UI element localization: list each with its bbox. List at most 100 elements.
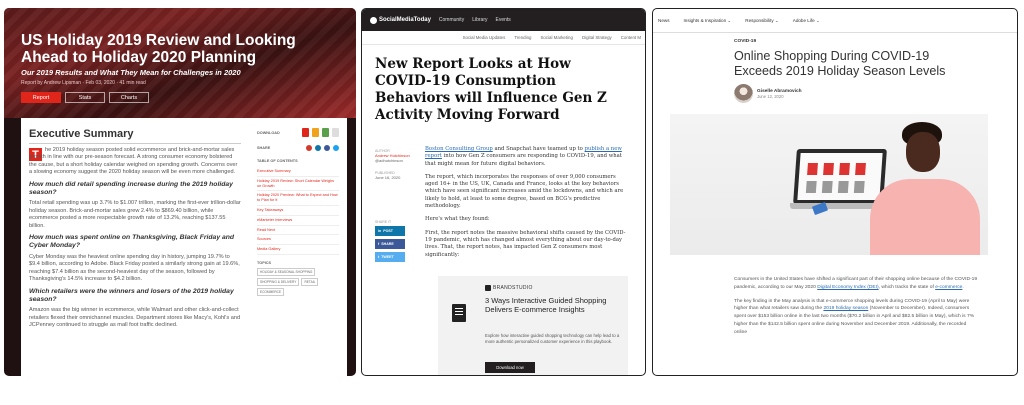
article-body: Boston Consulting Group and Snapchat hav… <box>425 146 630 265</box>
toc-item[interactable]: Holiday 2019 Review: Short Calendar Weig… <box>257 177 339 192</box>
toc-item[interactable]: Sources <box>257 235 339 246</box>
toc-item[interactable]: Media Gallery <box>257 245 339 255</box>
nav-adobe-life[interactable]: Adobe Life ⌄ <box>793 18 820 24</box>
toc-item[interactable]: Key Takeaways <box>257 206 339 216</box>
product-tile <box>837 181 849 193</box>
email-share-icon[interactable] <box>306 145 312 151</box>
text-span: into how Gen Z consumers are responding … <box>425 153 622 167</box>
linkedin-share-icon[interactable] <box>315 145 321 151</box>
intro-paragraph: he 2019 holiday season posted solid ecom… <box>29 147 238 176</box>
summary-text: he 2019 holiday season posted solid ecom… <box>29 147 241 334</box>
topic-link[interactable]: Social Media Updates <box>463 35 506 40</box>
nav-responsibility[interactable]: Responsibility ⌄ <box>745 18 778 24</box>
linkedin-post-button[interactable]: in POST <box>375 226 405 236</box>
byline: Giselle Abramovich June 12, 2020 <box>734 84 802 103</box>
answer-paragraph: Total retail spending was up 3.7% to $1.… <box>29 200 241 229</box>
person-head <box>906 132 940 172</box>
topic-link[interactable]: Content M <box>621 35 641 40</box>
toc-item[interactable]: Read Next <box>257 226 339 236</box>
topic-tag[interactable]: HOLIDAY & SEASONAL SHOPPING <box>257 267 316 276</box>
answer-paragraph: Cyber Monday was the heaviest online spe… <box>29 253 240 283</box>
product-tile <box>855 163 866 175</box>
twitter-share-icon[interactable] <box>333 145 339 151</box>
product-tile <box>821 181 833 193</box>
nav-events[interactable]: Events <box>496 17 511 23</box>
linkedin-icon: in <box>378 229 382 233</box>
topic-link[interactable]: Digital Strategy <box>582 35 612 40</box>
article-paragraph: Here's what they found: <box>425 216 490 223</box>
download-label: DOWNLOAD <box>257 130 280 135</box>
topic-link[interactable]: Social Marketing <box>540 35 572 40</box>
brandstudio-icon <box>485 285 491 291</box>
file-icon[interactable] <box>332 128 339 137</box>
article-paragraph: The report, which incorporates the respo… <box>425 173 624 210</box>
report-title: US Holiday 2019 Review and Looking Ahead… <box>21 32 296 66</box>
text-span: and Snapchat have teamed up to <box>492 146 585 152</box>
toc-item[interactable]: Holiday 2020 Preview: What to Expect and… <box>257 191 339 206</box>
answer-paragraph: Amazon was the big winner in ecommerce, … <box>29 307 241 329</box>
promo-description: Explore how interactive guided shopping … <box>485 333 620 344</box>
blog-panel: News Insights & Inspiration ⌄ Responsibi… <box>652 8 1018 376</box>
download-button[interactable]: Download now <box>485 362 535 373</box>
product-tile <box>853 181 865 193</box>
tweet-label: TWEET <box>381 255 394 259</box>
blog-title: Online Shopping During COVID-19 Exceeds … <box>734 49 946 78</box>
ppt-icon[interactable] <box>312 128 319 137</box>
nav-library[interactable]: Library <box>472 17 487 23</box>
product-tile <box>807 163 818 175</box>
site-logo[interactable]: SocialMediaToday <box>370 16 431 24</box>
report-subtitle: Our 2019 Results and What They Mean for … <box>21 68 241 77</box>
logo-icon <box>370 16 377 24</box>
pdf-icon[interactable] <box>302 128 309 137</box>
xls-icon[interactable] <box>322 128 329 137</box>
text-span: , which tracks the state of <box>878 284 936 290</box>
twitter-tweet-button[interactable]: t TWEET <box>375 252 405 262</box>
tab-report[interactable]: Report <box>21 92 61 103</box>
author-handle[interactable]: @adhutchinson <box>375 158 415 163</box>
share-box: SHARE IT in POST f SHARE t TWEET <box>375 220 405 265</box>
author-name[interactable]: Giselle Abramovich <box>757 89 802 94</box>
toc-item[interactable]: eMarketer Interviews <box>257 216 339 226</box>
nav-insights[interactable]: Insights & Inspiration ⌄ <box>684 18 732 24</box>
product-tile <box>839 163 850 175</box>
facebook-share-button[interactable]: f SHARE <box>375 239 405 249</box>
article-meta: AUTHOR Andrew Hutchinson @adhutchinson P… <box>375 146 415 180</box>
article-panel: SocialMediaToday Community Library Event… <box>361 8 646 376</box>
product-tile <box>823 163 834 175</box>
category-kicker[interactable]: COVID-19 <box>734 39 756 44</box>
top-nav: SocialMediaToday Community Library Event… <box>362 9 645 31</box>
topic-tag[interactable]: ECOMMERCE <box>257 287 285 296</box>
published-date: June 16, 2020 <box>375 175 401 180</box>
site-name: SocialMediaToday <box>379 17 431 23</box>
topic-link[interactable]: Trending <box>514 35 531 40</box>
promo-brand: BRANDSTUDIO <box>485 285 533 291</box>
blog-paragraph: Consumers in the United States have shif… <box>734 276 979 292</box>
text-span: . <box>962 284 964 290</box>
question-heading: How much was spent online on Thanksgivin… <box>29 234 235 250</box>
promo-title[interactable]: 3 Ways Interactive Guided Shopping Deliv… <box>485 296 620 314</box>
topic-tag[interactable]: RETAIL <box>301 277 319 286</box>
post-date: June 12, 2020 <box>757 93 784 99</box>
bcg-link[interactable]: Boston Consulting Group <box>425 146 493 152</box>
divider <box>29 143 241 144</box>
nav-news[interactable]: News <box>658 18 670 23</box>
avatar[interactable] <box>734 84 753 103</box>
question-heading: Which retailers were the winners and los… <box>29 287 234 303</box>
facebook-icon: f <box>378 242 380 246</box>
twitter-icon: t <box>378 255 380 259</box>
dei-link[interactable]: Digital Economy Index (DEI) <box>817 285 878 290</box>
blog-nav: News Insights & Inspiration ⌄ Responsibi… <box>653 9 1017 33</box>
share-label-fb: SHARE <box>381 242 394 246</box>
report-panel: US Holiday 2019 Review and Looking Ahead… <box>4 8 356 376</box>
screenshot-collage: US Holiday 2019 Review and Looking Ahead… <box>0 0 1024 405</box>
toc-item[interactable]: Executive Summary <box>257 167 339 177</box>
topic-tag[interactable]: SHOPPING & DELIVERY <box>257 277 300 286</box>
nav-community[interactable]: Community <box>439 17 464 23</box>
promo-brand-label: BRANDSTUDIO <box>493 285 533 291</box>
holiday-season-link[interactable]: 2019 holiday season <box>823 306 868 311</box>
facebook-share-icon[interactable] <box>324 145 330 151</box>
tab-stats[interactable]: Stats <box>65 92 105 103</box>
ecommerce-link[interactable]: e-commerce <box>935 285 962 290</box>
tab-charts[interactable]: Charts <box>109 92 149 103</box>
share-label: SHARE <box>257 146 271 150</box>
